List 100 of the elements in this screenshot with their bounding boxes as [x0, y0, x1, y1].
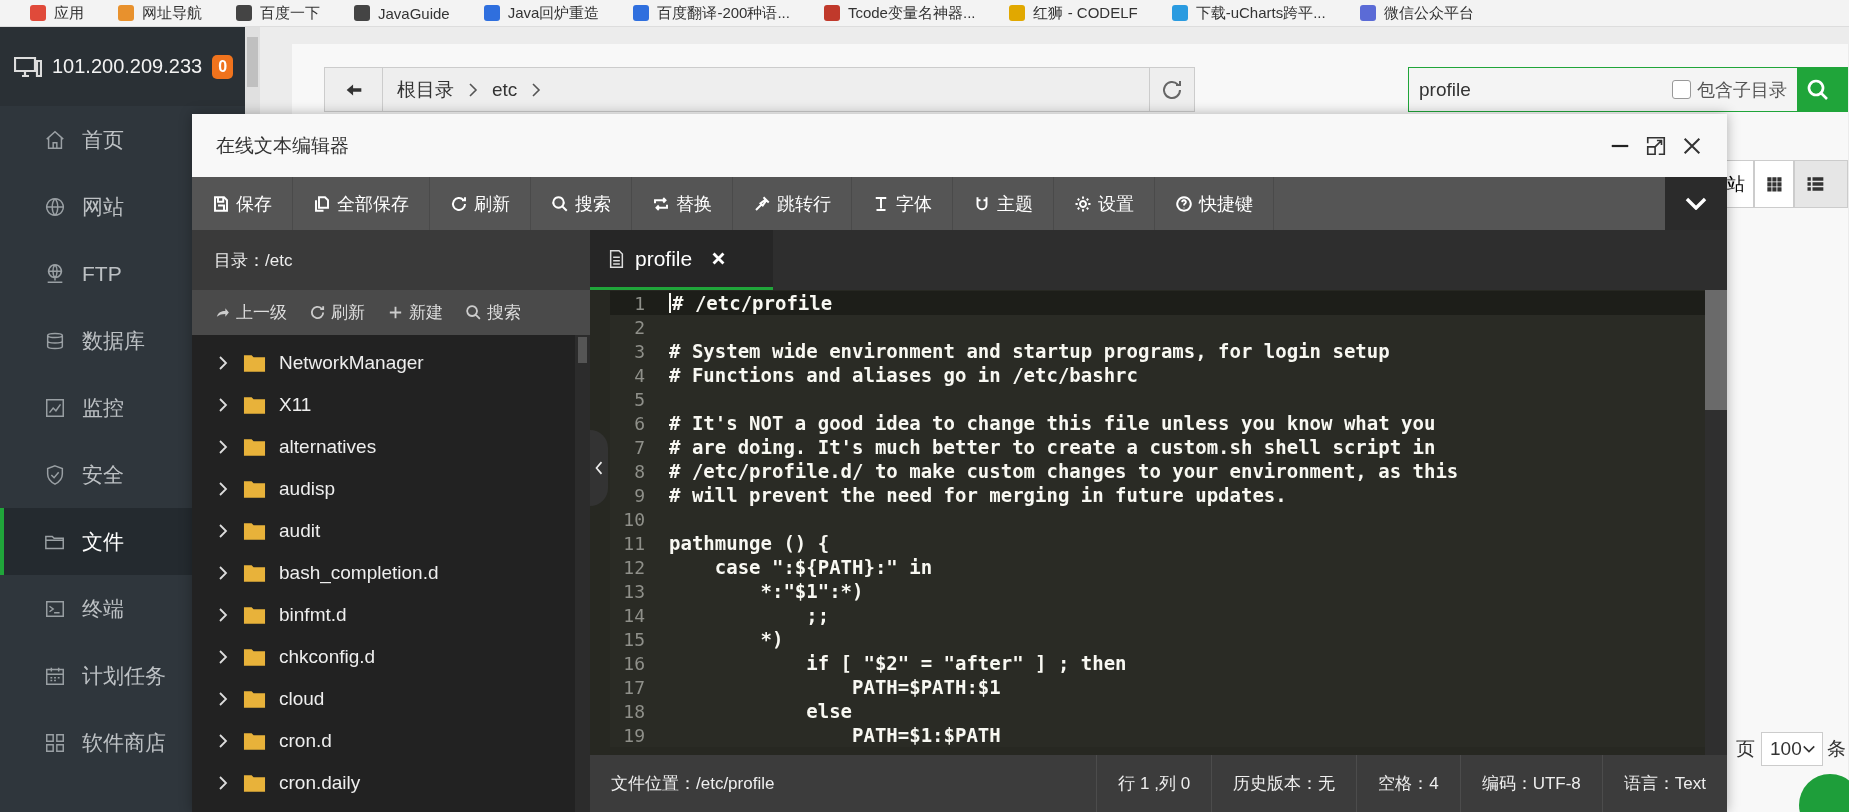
line-number: 10	[622, 508, 645, 530]
text-cursor	[669, 293, 671, 313]
chevron-right-icon[interactable]	[217, 775, 229, 791]
code-line: # System wide environment and startup programs, for login setup	[669, 340, 1390, 362]
status-item: 语言：Text	[1601, 755, 1727, 812]
status-item: 空格：4	[1356, 755, 1460, 812]
chart-icon	[44, 396, 66, 419]
grid-view-button[interactable]	[1754, 160, 1794, 208]
refresh-icon	[309, 304, 326, 321]
folder-icon	[243, 521, 266, 541]
file-icon	[608, 248, 625, 269]
path-field[interactable]: 根目录 etc	[383, 67, 1150, 112]
code-line: case ":${PATH}:" in	[713, 556, 933, 578]
plus-icon	[387, 304, 404, 321]
tree-toolbar-button[interactable]: 刷新	[309, 301, 365, 324]
code-line: pathmunge () {	[669, 532, 830, 554]
save-icon	[212, 194, 230, 213]
bookmark-link[interactable]: 微信公众平台	[1359, 3, 1474, 23]
tree-toolbar-button[interactable]: 上一级	[214, 301, 287, 324]
chevron-right-icon[interactable]	[217, 565, 229, 581]
code-line: # It's NOT a good idea to change this file unless you know what you	[669, 412, 1436, 434]
bookmark-link[interactable]: 下载-uCharts跨平...	[1171, 3, 1326, 23]
chevron-right-icon[interactable]	[217, 355, 229, 371]
caret-icon	[1802, 744, 1816, 754]
bookmark-link[interactable]: 网址导航	[118, 3, 202, 23]
code-line: ;;	[805, 604, 830, 626]
chevron-right-icon[interactable]	[217, 439, 229, 455]
bookmark-link[interactable]: 百度翻译-200种语...	[633, 3, 790, 23]
monitor-icon	[14, 55, 42, 78]
line-number: 16	[622, 652, 645, 674]
settings-icon	[1074, 194, 1092, 213]
globe-icon	[44, 195, 66, 218]
chevron-right-icon[interactable]	[217, 733, 229, 749]
folder-icon	[243, 647, 266, 667]
chevron-right-icon[interactable]	[217, 481, 229, 497]
line-number: 17	[622, 676, 645, 698]
bookmark-link[interactable]: JavaGuide	[354, 4, 450, 22]
search-icon	[551, 194, 569, 213]
code-line: # /etc/profile.d/ to make custom changes to your environment, as this	[669, 460, 1459, 482]
copy-icon	[313, 194, 331, 213]
code-line: *)	[759, 628, 784, 650]
file-tab[interactable]: profile	[590, 230, 773, 290]
checkbox[interactable]	[1672, 80, 1691, 99]
status-item: 文件位置：/etc/profile	[610, 773, 776, 795]
bookmark-link[interactable]: 百度一下	[236, 3, 320, 23]
line-number: 1	[633, 292, 645, 314]
chevron-right-icon[interactable]	[217, 523, 229, 539]
tree-toolbar-button[interactable]: 搜索	[465, 301, 521, 324]
folder-icon	[243, 773, 266, 793]
chevron-right-icon[interactable]	[217, 607, 229, 623]
chevron-right-icon[interactable]	[217, 649, 229, 665]
folder-icon	[243, 353, 266, 373]
scrollbar-thumb[interactable]	[578, 337, 587, 363]
search-field[interactable]: profile 包含子目录	[1408, 67, 1798, 112]
checkbox-label: 包含子目录	[1697, 78, 1787, 102]
code-line: *:"$1":*)	[759, 580, 864, 602]
collapse-handle[interactable]	[590, 430, 608, 506]
page-size-select[interactable]: 100	[1761, 732, 1823, 766]
expand-button[interactable]	[1665, 177, 1727, 230]
folder-icon	[243, 437, 266, 457]
line-number: 11	[622, 532, 645, 554]
line-number: 19	[622, 724, 645, 746]
search-icon	[465, 304, 482, 321]
breadcrumb-link[interactable]: etc	[492, 78, 518, 101]
line-number: 15	[622, 628, 645, 650]
folder-icon	[243, 563, 266, 583]
chevron-down-icon	[1685, 197, 1707, 210]
chevron-right-icon[interactable]	[217, 397, 229, 413]
line-number: 7	[633, 436, 645, 458]
code-line: PATH=$PATH:$1	[851, 676, 1001, 698]
line-number: 12	[622, 556, 645, 578]
chevron-left-icon	[594, 459, 604, 477]
folder-icon	[243, 731, 266, 751]
chevron-icon	[468, 81, 478, 98]
status-item: 行 1 ,列 0	[1096, 755, 1212, 812]
search-icon	[1806, 77, 1830, 102]
bookmark-link[interactable]: Java回炉重造	[483, 3, 600, 23]
code-line: PATH=$1:$PATH	[851, 724, 1001, 746]
maximize-icon[interactable]	[1645, 134, 1667, 157]
list-view-button[interactable]	[1794, 160, 1848, 208]
back-button[interactable]	[324, 67, 383, 112]
scrollbar-thumb[interactable]	[1705, 290, 1727, 410]
folder-icon	[243, 605, 266, 625]
bookmark-link[interactable]: 红狮 - CODELF	[1009, 3, 1138, 23]
tree-toolbar-button[interactable]: 新建	[387, 301, 443, 324]
line-number: 6	[633, 412, 645, 434]
line-number: 2	[633, 316, 645, 338]
line-number: 5	[633, 388, 645, 410]
code-line: # Functions and aliases go in /etc/bashrc	[669, 364, 1138, 386]
breadcrumb-link[interactable]: 根目录	[397, 76, 454, 103]
folder-icon	[243, 689, 266, 709]
pager-label: 页	[1736, 737, 1756, 761]
refresh-button[interactable]	[1150, 67, 1195, 112]
directory-label: 目录：/etc	[192, 230, 590, 290]
search-button[interactable]	[1798, 67, 1848, 112]
line-number: 4	[633, 364, 645, 386]
bookmark-link[interactable]: 应用	[30, 3, 84, 23]
chevron-right-icon[interactable]	[217, 691, 229, 707]
bookmark-link[interactable]: Tcode变量名神器...	[823, 3, 976, 23]
scrollbar-thumb[interactable]	[247, 37, 258, 87]
